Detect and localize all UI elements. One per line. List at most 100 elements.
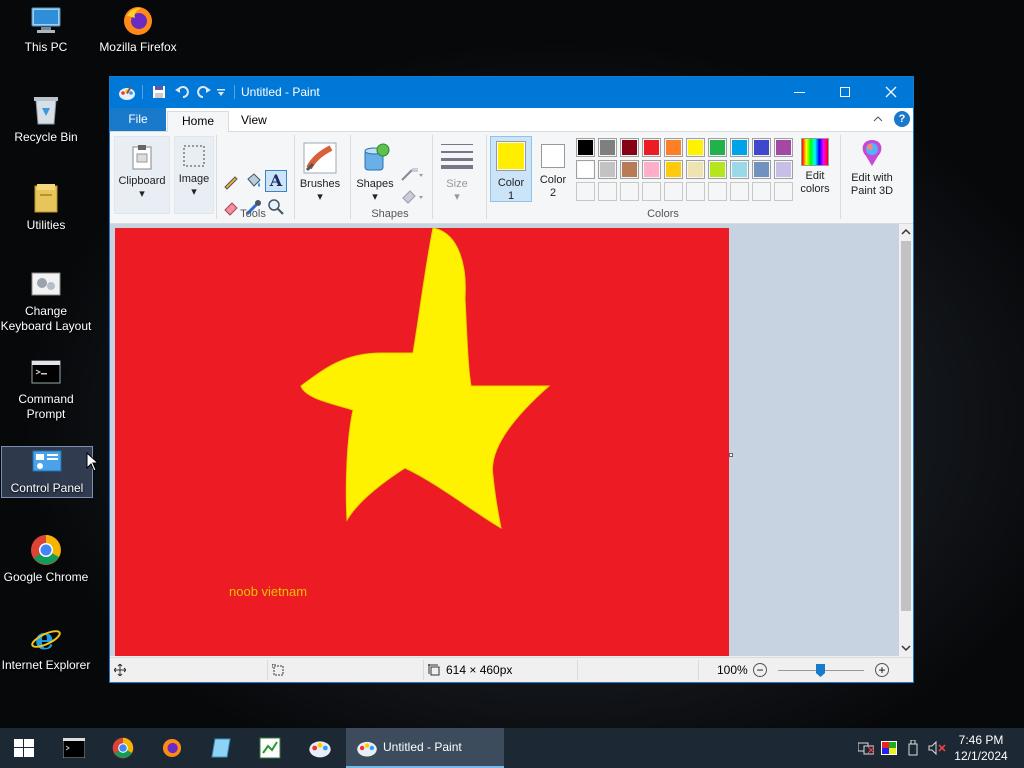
taskbar-paint[interactable] — [295, 728, 343, 768]
palette-swatch[interactable] — [752, 160, 771, 179]
tab-home[interactable]: Home — [167, 111, 230, 133]
palette-swatch[interactable] — [664, 160, 683, 179]
palette-swatch[interactable] — [686, 160, 705, 179]
palette-swatch[interactable] — [708, 160, 727, 179]
redo-icon[interactable] — [196, 85, 212, 99]
brushes-button[interactable]: Brushes ▾ — [298, 136, 342, 214]
taskbar-app-notepad[interactable] — [197, 728, 245, 768]
shapes-button[interactable]: Shapes ▾ — [354, 136, 396, 214]
palette-swatch[interactable] — [730, 138, 749, 157]
palette-swatch-empty[interactable] — [576, 182, 595, 201]
title-bar[interactable]: Untitled - Paint — [110, 77, 913, 108]
minimize-button[interactable] — [776, 77, 822, 107]
collapse-ribbon-icon[interactable] — [873, 114, 883, 124]
palette-swatch[interactable] — [752, 138, 771, 157]
text-tool-button[interactable]: A — [265, 170, 287, 192]
palette-swatch[interactable] — [642, 160, 661, 179]
desktop-icon-internet-explorer[interactable]: e Internet Explorer — [0, 622, 92, 673]
scroll-up-icon[interactable] — [901, 228, 911, 236]
palette-swatch[interactable] — [664, 138, 683, 157]
palette-swatch[interactable] — [708, 138, 727, 157]
network-icon[interactable] — [858, 741, 874, 755]
desktop-icon-firefox[interactable]: Mozilla Firefox — [92, 6, 184, 55]
palette-swatch[interactable] — [576, 138, 595, 157]
desktop-icon-label: Utilities — [26, 218, 66, 232]
vertical-scrollbar[interactable] — [899, 224, 913, 656]
drawing-canvas[interactable]: noob vietnam — [115, 228, 729, 656]
palette-swatch[interactable] — [620, 160, 639, 179]
taskbar-active-window[interactable]: Untitled - Paint — [346, 728, 504, 768]
outline-icon[interactable] — [400, 166, 424, 182]
zoom-out-button[interactable]: − — [753, 663, 767, 677]
desktop-icon-utilities[interactable]: Utilities — [0, 182, 92, 233]
mouse-cursor-icon — [86, 452, 98, 472]
usb-icon[interactable] — [907, 740, 919, 756]
start-button[interactable] — [0, 728, 48, 768]
palette-swatch[interactable] — [620, 138, 639, 157]
tab-file[interactable]: File — [110, 108, 166, 131]
paint-icon — [357, 741, 377, 757]
clipboard-button[interactable]: Clipboard ▾ — [114, 136, 170, 214]
palette-swatch[interactable] — [730, 160, 749, 179]
fill-icon[interactable] — [244, 172, 262, 190]
taskbar-command-prompt[interactable] — [50, 728, 98, 768]
zoom-slider[interactable] — [778, 664, 864, 677]
desktop-icon-control-panel[interactable]: Control Panel — [1, 446, 93, 498]
desktop-icon-google-chrome[interactable]: Google Chrome — [0, 534, 92, 585]
palette-swatch[interactable] — [774, 138, 793, 157]
taskbar-firefox[interactable] — [148, 728, 196, 768]
zoom-slider-thumb[interactable] — [816, 664, 825, 677]
save-icon[interactable] — [152, 85, 166, 99]
palette-swatch-empty[interactable] — [708, 182, 727, 201]
color2-button[interactable]: Color 2 — [534, 136, 572, 202]
undo-icon[interactable] — [174, 85, 190, 99]
palette-swatch[interactable] — [598, 160, 617, 179]
taskbar-app-chart[interactable] — [246, 728, 294, 768]
palette-swatch[interactable] — [598, 138, 617, 157]
desktop-icon-change-keyboard-layout[interactable]: Change Keyboard Layout — [0, 270, 92, 334]
palette-swatch-empty[interactable] — [686, 182, 705, 201]
zoom-in-button[interactable]: + — [875, 663, 889, 677]
help-button[interactable]: ? — [894, 111, 910, 127]
palette-swatch-empty[interactable] — [620, 182, 639, 201]
window-title: Untitled - Paint — [241, 85, 320, 99]
clock[interactable]: 7:46 PM 12/1/2024 — [950, 732, 1012, 764]
image-button[interactable]: Image ▾ — [174, 136, 214, 214]
cursor-position-icon — [114, 664, 126, 676]
tab-view[interactable]: View — [227, 111, 281, 132]
canvas-resize-handle[interactable] — [729, 453, 733, 457]
palette-swatch-empty[interactable] — [598, 182, 617, 201]
scrollbar-thumb[interactable] — [901, 241, 911, 611]
pencil-icon[interactable] — [222, 172, 240, 190]
paint3d-icon — [862, 140, 882, 166]
edit-with-paint3d-button[interactable]: Edit with Paint 3D — [844, 136, 900, 202]
close-button[interactable] — [868, 77, 914, 107]
size-button[interactable]: Size ▾ — [438, 136, 476, 214]
palette-swatch[interactable] — [774, 160, 793, 179]
color1-button[interactable]: Color 1 — [490, 136, 532, 202]
desktop-icon-this-pc[interactable]: This PC — [0, 6, 92, 55]
palette-swatch-empty[interactable] — [664, 182, 683, 201]
display-icon[interactable] — [881, 741, 897, 755]
palette-swatch[interactable] — [686, 138, 705, 157]
volume-muted-icon[interactable] — [928, 741, 946, 755]
chrome-icon — [31, 535, 61, 565]
desktop-icon-recycle-bin[interactable]: Recycle Bin — [0, 94, 92, 145]
scroll-down-icon[interactable] — [901, 644, 911, 652]
maximize-button[interactable] — [822, 77, 868, 107]
edit-colors-button[interactable]: Edit colors — [794, 136, 836, 202]
chrome-icon — [112, 737, 134, 759]
fill-shape-icon[interactable] — [400, 188, 424, 204]
palette-swatch[interactable] — [642, 138, 661, 157]
desktop-icon-label: Command Prompt — [18, 392, 74, 421]
palette-swatch[interactable] — [576, 160, 595, 179]
palette-swatch-empty[interactable] — [730, 182, 749, 201]
select-icon — [183, 145, 205, 167]
palette-swatch-empty[interactable] — [642, 182, 661, 201]
customize-quick-access-icon[interactable] — [216, 89, 226, 97]
desktop-icon-command-prompt[interactable]: Command Prompt — [0, 358, 92, 422]
palette-swatch-empty[interactable] — [752, 182, 771, 201]
taskbar-chrome[interactable] — [99, 728, 147, 768]
this-pc-icon — [31, 7, 61, 33]
palette-swatch-empty[interactable] — [774, 182, 793, 201]
